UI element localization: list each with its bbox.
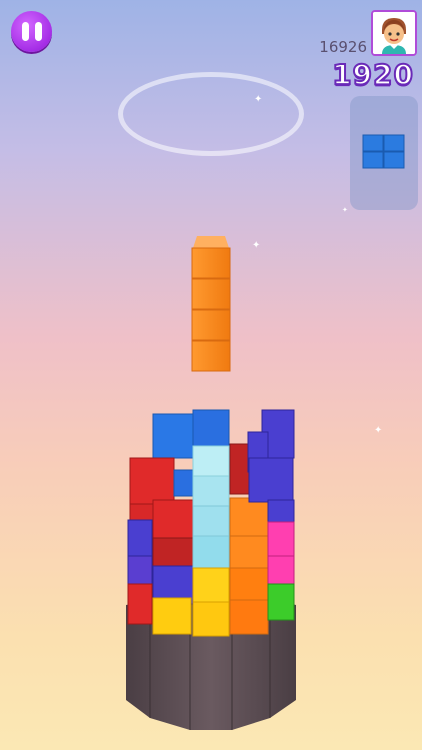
falling-piece[interactable]: [191, 236, 231, 372]
game-scene[interactable]: [0, 0, 422, 750]
tower: [127, 409, 295, 637]
